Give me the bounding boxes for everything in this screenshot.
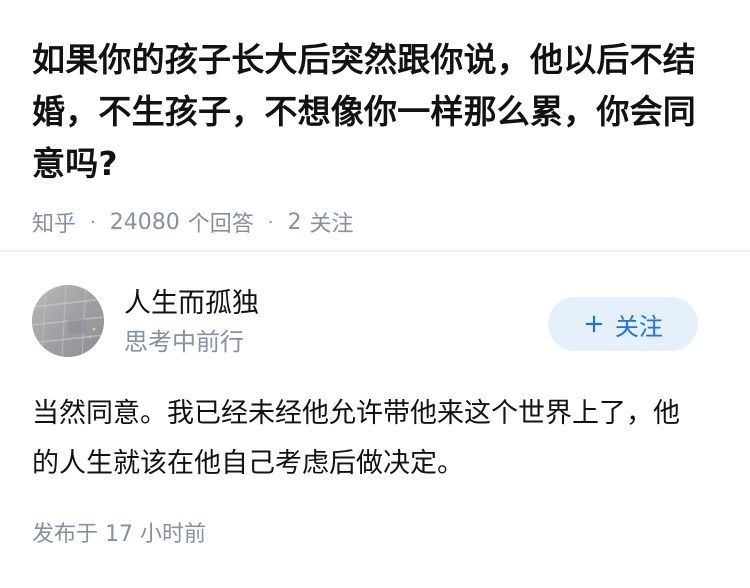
author-card: 人生而孤独 思考中前行 + 关注 bbox=[32, 285, 718, 361]
publish-time: 发布于 17 小时前 bbox=[32, 520, 206, 550]
source-label[interactable]: 知乎 bbox=[32, 206, 76, 238]
published-time: 17 小时前 bbox=[105, 522, 207, 547]
follow-button[interactable]: + 关注 bbox=[548, 297, 698, 351]
question-meta: 知乎 · 24080 个回答 · 2 关注 bbox=[32, 206, 722, 238]
answer-count: 24080 bbox=[109, 209, 180, 235]
question-title[interactable]: 如果你的孩子长大后突然跟你说，他以后不结婚，不生孩子，不想像你一样那么累，你会同… bbox=[32, 34, 722, 190]
author-name[interactable]: 人生而孤独 bbox=[124, 287, 259, 321]
avatar-image bbox=[32, 285, 104, 357]
plus-icon: + bbox=[583, 309, 605, 339]
meta-separator: · bbox=[90, 211, 96, 233]
published-label: 发布于 bbox=[32, 522, 99, 547]
question-header: 如果你的孩子长大后突然跟你说，他以后不结婚，不生孩子，不想像你一样那么累，你会同… bbox=[32, 34, 722, 238]
meta-separator: · bbox=[267, 211, 274, 233]
answer-count-label[interactable]: 个回答 bbox=[188, 206, 254, 238]
avatar[interactable] bbox=[32, 285, 104, 357]
section-divider bbox=[0, 250, 750, 252]
author-headline: 思考中前行 bbox=[124, 328, 244, 356]
follower-count-label: 关注 bbox=[309, 212, 354, 237]
follower-count: 2 bbox=[287, 209, 302, 235]
answer-content[interactable]: 当然同意。我已经未经他允许带他来这个世界上了，他的人生就该在他自己考虑后做决定。 bbox=[32, 389, 682, 489]
follow-button-label: 关注 bbox=[614, 312, 663, 341]
